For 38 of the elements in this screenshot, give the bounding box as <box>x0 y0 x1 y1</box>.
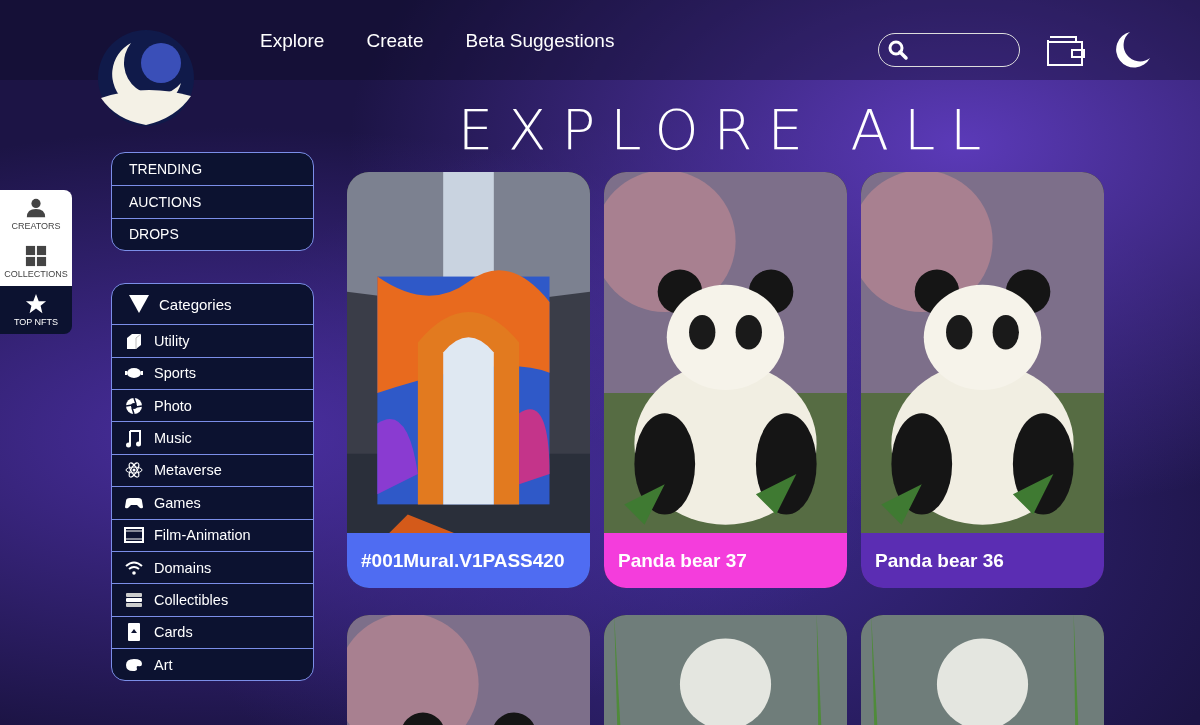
category-item[interactable]: Domains <box>112 550 313 584</box>
category-item[interactable]: Music <box>112 421 313 454</box>
card-title: #001Mural.V1PASS420 <box>347 533 590 588</box>
category-item[interactable]: Cards <box>112 615 313 649</box>
card-title: Panda bear 36 <box>861 533 1104 588</box>
categories-toggle[interactable]: Categories <box>112 284 313 325</box>
category-item[interactable]: Games <box>112 486 313 519</box>
category-item[interactable]: Collectibles <box>112 583 313 616</box>
stack-icon <box>124 590 144 610</box>
category-item[interactable]: Film-Animation <box>112 518 313 551</box>
search-icon <box>887 39 909 61</box>
aperture-icon <box>124 395 144 416</box>
side-tab[interactable]: CREATORS <box>0 190 72 238</box>
nav-link[interactable]: Create <box>366 30 424 52</box>
nft-card[interactable]: #001Mural.V1PASS420 <box>347 172 590 588</box>
category-item[interactable]: Sports <box>112 356 313 389</box>
nav-link[interactable]: Explore <box>260 30 325 52</box>
category-item[interactable]: Art <box>112 648 313 681</box>
filter-item[interactable]: TRENDING <box>112 153 313 186</box>
category-item[interactable]: Photo <box>112 388 313 422</box>
filter-item[interactable]: DROPS <box>112 217 313 251</box>
category-item[interactable]: Utility <box>112 324 313 357</box>
nav-link[interactable]: Beta Suggestions <box>465 30 615 52</box>
category-item[interactable]: Metaverse <box>112 453 313 487</box>
grid-icon <box>25 245 47 267</box>
side-tab[interactable]: TOP NFTS <box>0 286 72 334</box>
page-heading: EXPLORE ALL <box>457 102 997 158</box>
person-icon <box>25 197 47 219</box>
crescent-logo[interactable] <box>95 28 197 128</box>
star-icon <box>25 293 47 315</box>
triangle-icon <box>129 295 149 314</box>
atom-icon <box>124 460 144 481</box>
music-note-icon <box>124 428 144 449</box>
nft-card[interactable]: Panda bear 36 <box>861 172 1104 588</box>
card-title: Panda bear 37 <box>604 533 847 588</box>
film-icon <box>124 525 144 546</box>
side-tab[interactable]: COLLECTIONS <box>0 238 72 286</box>
filter-item[interactable]: AUCTIONS <box>112 185 313 218</box>
